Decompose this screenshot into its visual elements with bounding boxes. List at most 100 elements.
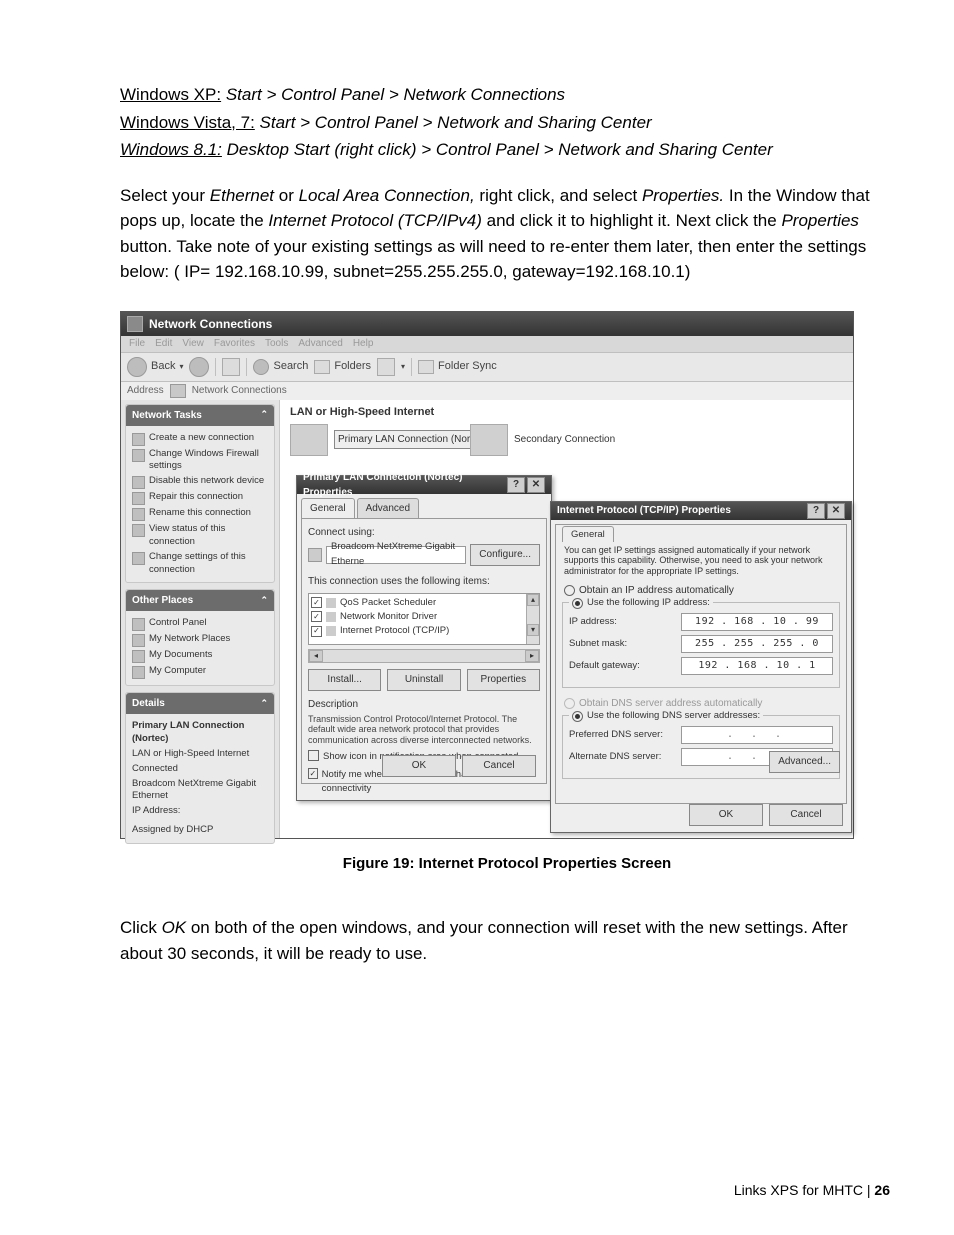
advanced-button[interactable]: Advanced... [769, 751, 840, 773]
task-item[interactable]: Repair this connection [132, 491, 268, 505]
checkbox-icon[interactable]: ✓ [311, 611, 322, 622]
ok-button[interactable]: OK [689, 804, 763, 826]
install-button[interactable]: Install... [308, 669, 381, 691]
search-icon [253, 359, 269, 375]
menu-advanced[interactable]: Advanced [298, 336, 342, 351]
task-item[interactable]: Change settings of this connection [132, 551, 268, 577]
foldersync-icon [418, 360, 434, 374]
search-label: Search [273, 358, 308, 375]
task-item[interactable]: Change Windows Firewall settings [132, 448, 268, 474]
tab-advanced[interactable]: Advanced [357, 498, 419, 518]
items-listbox[interactable]: ✓QoS Packet Scheduler ✓ Network Monitor D… [308, 593, 540, 645]
place-item[interactable]: My Documents [132, 649, 268, 663]
addressbar[interactable]: Address Network Connections [121, 382, 853, 401]
list-item[interactable]: ✓QoS Packet Scheduler [311, 596, 537, 610]
details-header[interactable]: Details⌃ [126, 693, 274, 714]
cancel-button[interactable]: Cancel [462, 755, 536, 777]
description-label: Description [308, 697, 540, 712]
tcpip-hint: You can get IP settings assigned automat… [564, 545, 838, 577]
checkbox-icon[interactable]: ✓ [311, 626, 322, 637]
gateway-input[interactable]: 192 . 168 . 10 . 1 [681, 657, 833, 675]
item-icon [326, 598, 336, 608]
task-label: Disable this network device [149, 475, 264, 488]
forward-button[interactable] [189, 357, 209, 377]
lan-dialog-titlebar[interactable]: Primary LAN Connection (Nortec) Properti… [297, 476, 551, 494]
scroll-up-icon[interactable]: ▴ [527, 594, 539, 606]
back-button[interactable]: Back▾ [127, 357, 183, 377]
task-icon [132, 476, 145, 489]
scroll-left-icon[interactable]: ◂ [309, 650, 323, 662]
network-tasks-header[interactable]: Network Tasks⌃ [126, 405, 274, 426]
t: Properties [781, 211, 858, 230]
tcpip-dialog-title: Internet Protocol (TCP/IP) Properties [557, 503, 731, 518]
task-label: Rename this connection [149, 507, 251, 520]
configure-button[interactable]: Configure... [470, 544, 540, 566]
lan-dialog-title: Primary LAN Connection (Nortec) Properti… [303, 470, 507, 500]
list-item[interactable]: ✓ Network Monitor Driver [311, 610, 537, 624]
connection-primary[interactable]: Primary LAN Connection (Nortec) [290, 424, 491, 456]
items-label: This connection uses the following items… [308, 574, 540, 589]
place-item[interactable]: My Network Places [132, 633, 268, 647]
task-item[interactable]: Rename this connection [132, 507, 268, 521]
close-button[interactable]: ✕ [527, 477, 545, 493]
nc-menubar[interactable]: File Edit View Favorites Tools Advanced … [121, 336, 853, 353]
tab-general[interactable]: General [301, 498, 355, 518]
item-icon [326, 626, 336, 636]
chevron-up-icon: ⌃ [260, 594, 268, 608]
scroll-down-icon[interactable]: ▾ [527, 624, 539, 636]
uninstall-button[interactable]: Uninstall [387, 669, 460, 691]
radio-manual-dns[interactable]: Use the following DNS server addresses: [569, 709, 763, 723]
menu-help[interactable]: Help [353, 336, 374, 351]
list-item[interactable]: ✓ Internet Protocol (TCP/IP) [311, 624, 537, 638]
task-item[interactable]: Disable this network device [132, 475, 268, 489]
foldersync-button[interactable]: Folder Sync [418, 358, 497, 375]
scrollbar-horizontal[interactable]: ◂ ▸ [308, 649, 540, 663]
help-button[interactable]: ? [507, 477, 525, 493]
pdns-input[interactable]: . . . [681, 726, 833, 744]
close-button[interactable]: ✕ [827, 503, 845, 519]
task-item[interactable]: Create a new connection [132, 432, 268, 446]
place-item[interactable]: My Computer [132, 665, 268, 679]
address-icon [170, 384, 186, 398]
menu-view[interactable]: View [182, 336, 204, 351]
description-text: Transmission Control Protocol/Internet P… [308, 714, 540, 746]
up-button[interactable] [222, 358, 240, 376]
folders-button[interactable]: Folders [314, 358, 371, 375]
ip-input[interactable]: 192 . 168 . 10 . 99 [681, 613, 833, 631]
ok-button[interactable]: OK [382, 755, 456, 777]
os-win81-path: Desktop Start (right click) > Control Pa… [227, 140, 773, 159]
task-label: Repair this connection [149, 491, 243, 504]
details-line: IP Address: [132, 805, 268, 818]
help-button[interactable]: ? [807, 503, 825, 519]
place-label: Control Panel [149, 617, 207, 630]
scrollbar[interactable]: ▴▾ [526, 594, 539, 644]
os-path-instructions: Windows XP: Start > Control Panel > Netw… [120, 82, 894, 163]
menu-tools[interactable]: Tools [265, 336, 288, 351]
properties-button[interactable]: Properties [467, 669, 540, 691]
menu-favorites[interactable]: Favorites [214, 336, 255, 351]
checkbox-icon: ✓ [308, 768, 318, 779]
other-places-header[interactable]: Other Places⌃ [126, 590, 274, 611]
subnet-input[interactable]: 255 . 255 . 255 . 0 [681, 635, 833, 653]
search-button[interactable]: Search [253, 358, 308, 375]
menu-edit[interactable]: Edit [155, 336, 172, 351]
menu-file[interactable]: File [129, 336, 145, 351]
checkbox-icon[interactable]: ✓ [311, 597, 322, 608]
radio-manual-ip[interactable]: Use the following IP address: [569, 596, 713, 610]
connection-secondary[interactable]: Secondary Connection [470, 424, 615, 456]
tcpip-dialog-titlebar[interactable]: Internet Protocol (TCP/IP) Properties ? … [551, 502, 851, 520]
cancel-button[interactable]: Cancel [769, 804, 843, 826]
item-label: Internet Protocol (TCP/IP) [340, 624, 449, 638]
scroll-right-icon[interactable]: ▸ [525, 650, 539, 662]
tab-general[interactable]: General [562, 526, 614, 542]
item-label: Network Monitor Driver [340, 610, 437, 624]
tcpip-dialog-body: General You can get IP settings assigned… [555, 524, 847, 804]
task-icon [132, 449, 145, 462]
nc-titlebar[interactable]: Network Connections [121, 312, 853, 336]
place-item[interactable]: Control Panel [132, 617, 268, 631]
views-button[interactable] [377, 358, 395, 376]
address-label: Address [127, 383, 164, 398]
radio-label: Use the following IP address: [587, 596, 710, 610]
task-icon [132, 552, 145, 565]
task-item[interactable]: View status of this connection [132, 523, 268, 549]
